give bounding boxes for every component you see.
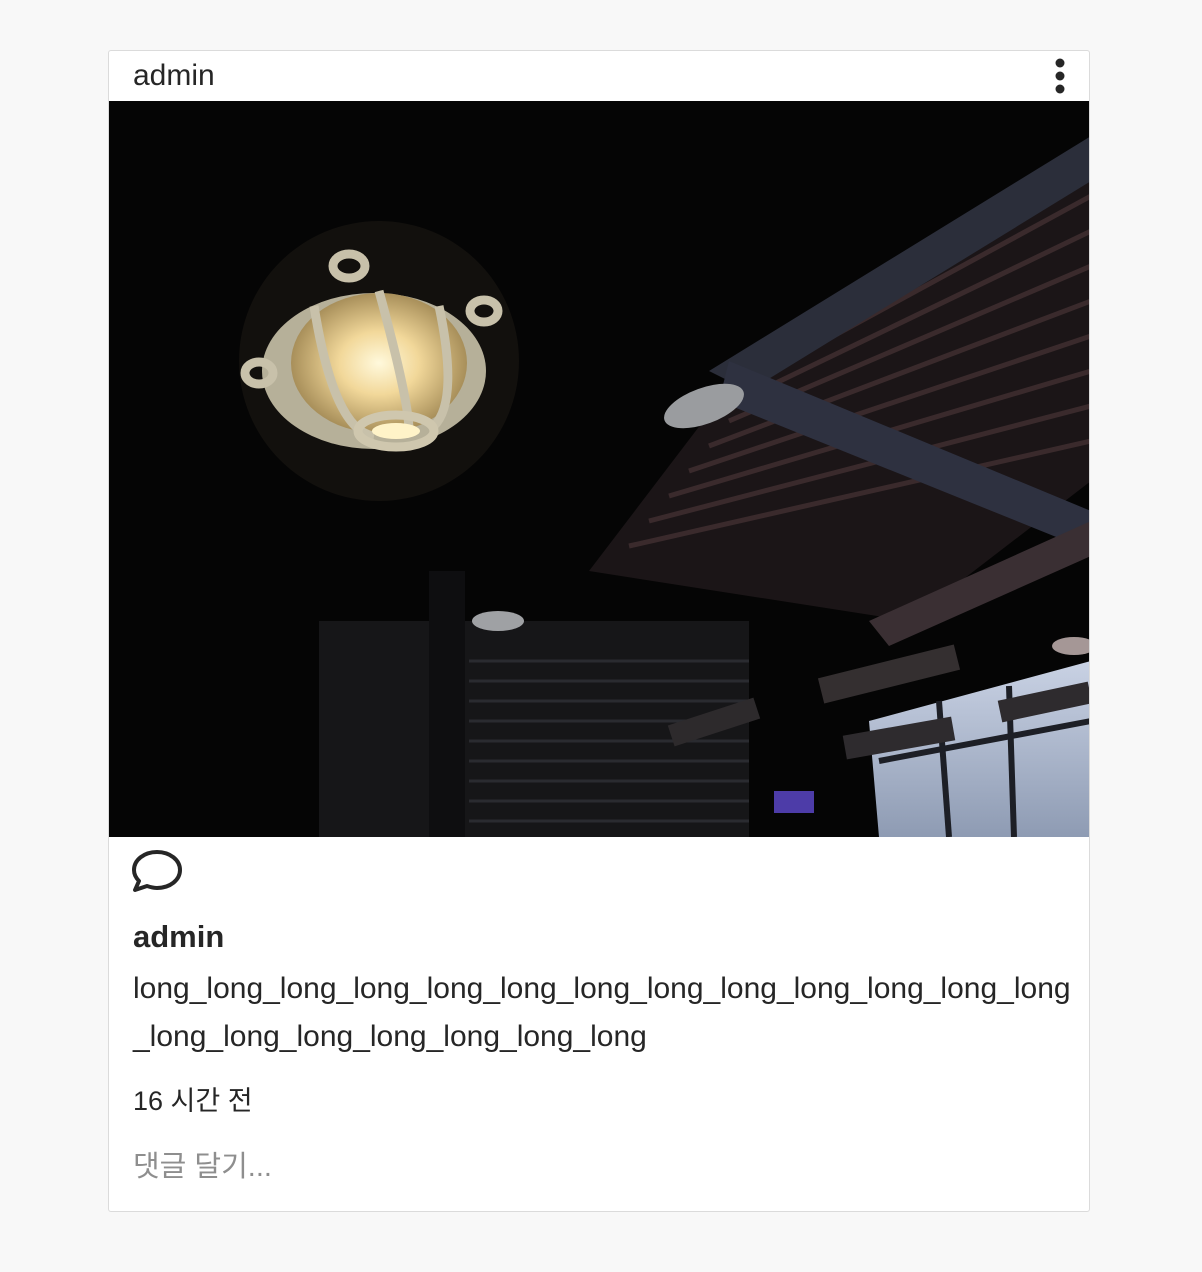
comment-bubble-icon[interactable] (131, 849, 183, 893)
post-author[interactable]: admin (133, 59, 215, 93)
caption-text: long_long_long_long_long_long_long_long_… (133, 972, 1071, 1053)
more-vertical-icon[interactable] (1047, 57, 1073, 95)
post-header: admin (109, 51, 1089, 101)
post-photo (109, 101, 1089, 837)
comment-input[interactable] (133, 1145, 1063, 1189)
post-timestamp: 16 시간 전 (133, 1086, 253, 1116)
post-card: admin admin long_long_long_long_long_lon… (108, 50, 1090, 1212)
caption-author[interactable]: admin (133, 919, 224, 955)
